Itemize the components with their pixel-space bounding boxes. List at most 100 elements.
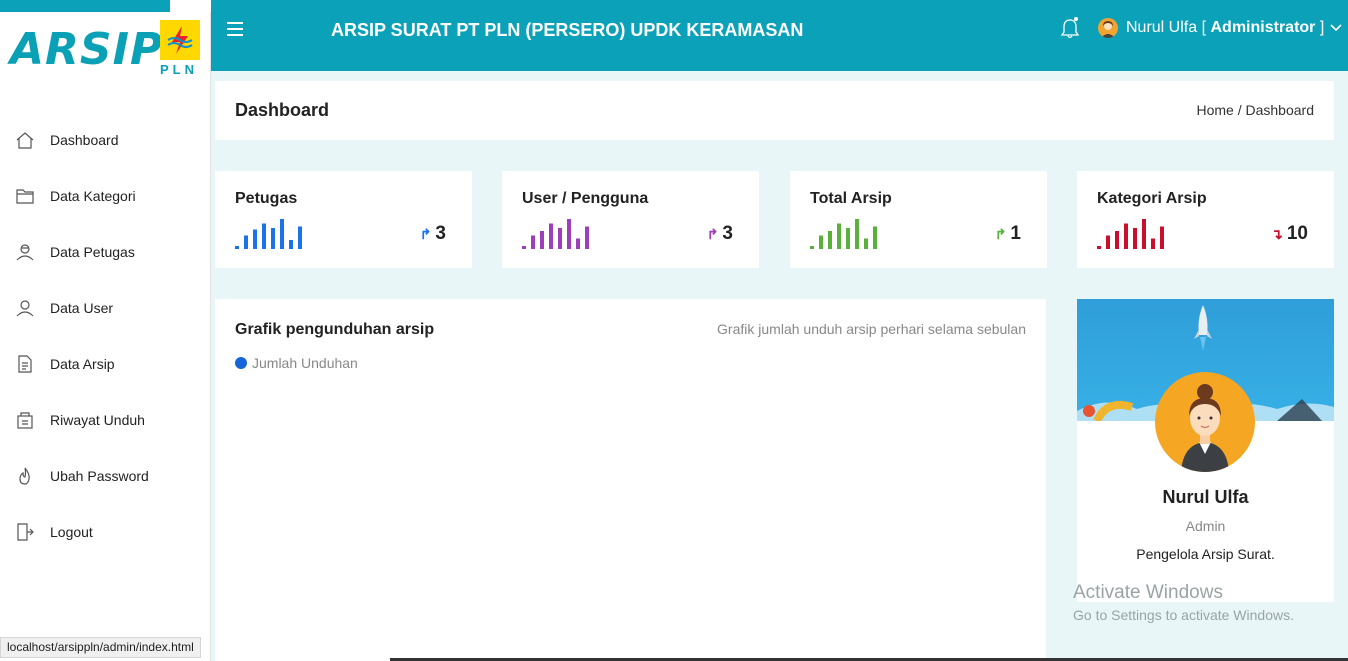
- sidebar-top-accent-gap: [170, 0, 211, 12]
- sparkline-bar: [549, 223, 553, 249]
- sparkline-bar: [567, 219, 571, 249]
- profile-description: Pengelola Arsip Surat.: [1136, 546, 1275, 562]
- stat-card-petugas: Petugas ↱ 3: [215, 171, 472, 268]
- chart-subtitle: Grafik jumlah unduh arsip perhari selama…: [717, 321, 1026, 337]
- sparkline-bar: [1124, 223, 1128, 249]
- sparkline-bar: [819, 235, 823, 249]
- sparkline-bar: [810, 246, 814, 249]
- sidebar-item-riwayat-unduh[interactable]: Riwayat Unduh: [0, 392, 211, 448]
- stat-value: ↱ 3: [706, 223, 733, 244]
- stat-value: ↴ 10: [1271, 223, 1308, 244]
- profile-avatar: [1155, 372, 1255, 472]
- sparkline-bar: [540, 231, 544, 249]
- stat-title: Total Arsip: [810, 190, 892, 207]
- legend-label: Jumlah Unduhan: [252, 355, 358, 371]
- sidebar-item-label: Data User: [50, 300, 114, 316]
- sparkline-bar: [1151, 238, 1155, 249]
- pln-logo-icon: [160, 20, 200, 60]
- sidebar-menu: Dashboard Data Kategori Data Petugas Dat…: [0, 112, 211, 560]
- sparkline-bar: [244, 235, 248, 249]
- breadcrumb-separator: /: [1237, 102, 1242, 118]
- windows-activation-watermark: Activate Windows Go to Settings to activ…: [1073, 582, 1294, 623]
- sidebar-item-data-user[interactable]: Data User: [0, 280, 211, 336]
- sparkline-bar: [837, 223, 841, 249]
- sparkline-bar: [864, 238, 868, 249]
- sparkline-bar: [1106, 235, 1110, 249]
- sparkline-bar: [558, 228, 562, 249]
- sidebar-item-data-arsip[interactable]: Data Arsip: [0, 336, 211, 392]
- stat-card-total-arsip: Total Arsip ↱ 1: [790, 171, 1047, 268]
- avatar: [1098, 18, 1118, 38]
- user-role: Administrator: [1210, 19, 1316, 36]
- sparkline-bar: [235, 246, 239, 249]
- sparkline-bar: [531, 235, 535, 249]
- trend-up-icon: ↱: [706, 225, 719, 242]
- history-icon: [14, 409, 36, 431]
- stat-title: User / Pengguna: [522, 190, 649, 207]
- sparkline-bar: [522, 246, 526, 249]
- chart-legend[interactable]: Jumlah Unduhan: [235, 355, 358, 371]
- browser-status-url: localhost/arsippln/admin/index.html: [0, 637, 201, 658]
- sparkline-chart: [810, 219, 877, 249]
- flame-icon: [14, 465, 36, 487]
- stat-card-kategori-arsip: Kategori Arsip ↴ 10: [1077, 171, 1334, 268]
- sidebar-item-ubah-password[interactable]: Ubah Password: [0, 448, 211, 504]
- sidebar: ARSIP PLN Dashboard Data Kategori Data P…: [0, 0, 211, 661]
- stat-card-user-pengguna: User / Pengguna ↱ 3: [502, 171, 759, 268]
- page-header: Dashboard Home / Dashboard: [215, 81, 1334, 140]
- sidebar-item-data-petugas[interactable]: Data Petugas: [0, 224, 211, 280]
- sparkline-bar: [576, 238, 580, 249]
- page-title: Dashboard: [235, 100, 330, 120]
- sidebar-item-data-kategori[interactable]: Data Kategori: [0, 168, 211, 224]
- download-chart-card: Grafik pengunduhan arsip Grafik jumlah u…: [215, 299, 1046, 661]
- hamburger-menu-icon[interactable]: [227, 22, 247, 38]
- sidebar-item-label: Data Arsip: [50, 356, 115, 372]
- sparkline-chart: [235, 219, 302, 249]
- sparkline-bar: [289, 240, 293, 249]
- sidebar-item-logout[interactable]: Logout: [0, 504, 211, 560]
- trend-down-icon: ↴: [1271, 225, 1283, 242]
- sidebar-item-label: Data Petugas: [50, 244, 135, 260]
- topbar: ARSIP SURAT PT PLN (PERSERO) UPDK KERAMA…: [211, 0, 1348, 71]
- sparkline-bar: [280, 219, 284, 249]
- sparkline-bar: [1133, 228, 1137, 249]
- sparkline-bar: [262, 223, 266, 249]
- sparkline-bar: [855, 219, 859, 249]
- notification-bell-icon[interactable]: [1059, 16, 1081, 40]
- sidebar-item-dashboard[interactable]: Dashboard: [0, 112, 211, 168]
- chevron-down-icon: [1330, 19, 1342, 37]
- sidebar-item-label: Ubah Password: [50, 468, 149, 484]
- stat-title: Petugas: [235, 190, 298, 207]
- sparkline-bar: [271, 228, 275, 249]
- sparkline-chart: [522, 219, 589, 249]
- user-icon: [14, 297, 36, 319]
- profile-card: Nurul Ulfa Admin Pengelola Arsip Surat.: [1077, 299, 1334, 602]
- brand-logo[interactable]: ARSIP PLN: [10, 20, 205, 80]
- document-icon: [14, 353, 36, 375]
- user-name: Nurul Ulfa [ Administrator ]: [1126, 19, 1325, 36]
- breadcrumb-current: Dashboard: [1245, 102, 1315, 118]
- sidebar-item-label: Data Kategori: [50, 188, 136, 204]
- profile-name: Nurul Ulfa: [1162, 487, 1249, 507]
- breadcrumb-home-link[interactable]: Home: [1196, 102, 1233, 118]
- sparkline-bar: [873, 226, 877, 249]
- folder-icon: [14, 185, 36, 207]
- watermark-subtitle: Go to Settings to activate Windows.: [1073, 607, 1294, 623]
- sparkline-bar: [828, 231, 832, 249]
- sparkline-bar: [1142, 219, 1146, 249]
- chart-title: Grafik pengunduhan arsip: [235, 321, 435, 338]
- sparkline-bar: [1160, 226, 1164, 249]
- sparkline-bar: [298, 226, 302, 249]
- user-dropdown[interactable]: Nurul Ulfa [ Administrator ]: [1098, 18, 1342, 38]
- breadcrumb: Home / Dashboard: [1196, 102, 1314, 118]
- app-title: ARSIP SURAT PT PLN (PERSERO) UPDK KERAMA…: [331, 20, 804, 40]
- sidebar-item-label: Logout: [50, 524, 93, 540]
- logo-text: ARSIP: [10, 24, 164, 75]
- stat-title: Kategori Arsip: [1097, 190, 1207, 207]
- sparkline-bar: [585, 226, 589, 249]
- sidebar-item-label: Riwayat Unduh: [50, 412, 145, 428]
- trend-up-icon: ↱: [419, 225, 432, 242]
- profile-role: Admin: [1185, 518, 1226, 534]
- sparkline-chart: [1097, 219, 1164, 249]
- watermark-title: Activate Windows: [1073, 582, 1223, 603]
